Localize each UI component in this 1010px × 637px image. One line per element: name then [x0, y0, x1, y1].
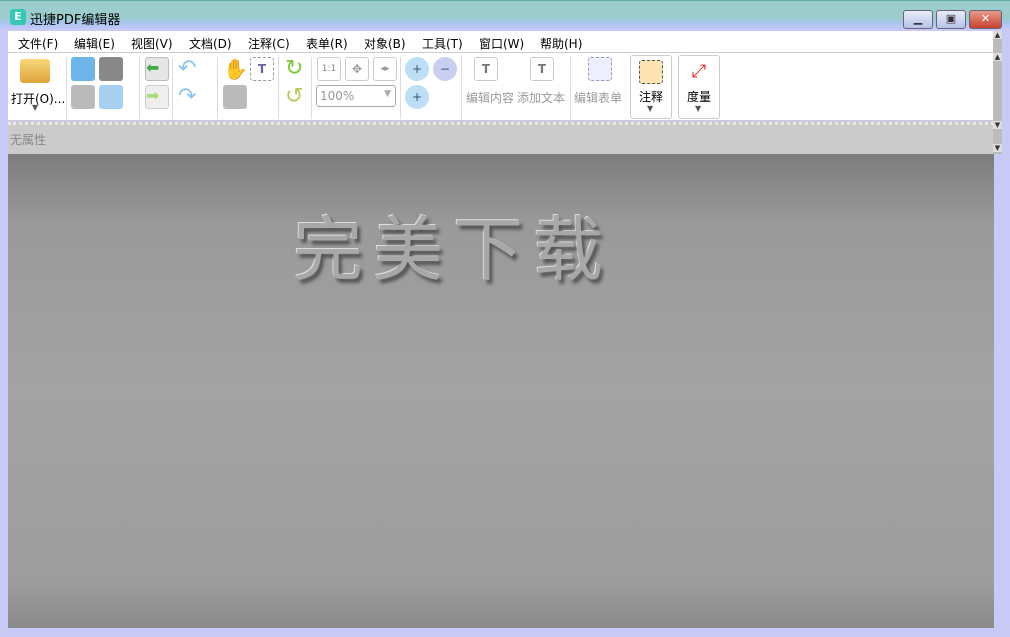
fit-width-icon[interactable]: ◂▸	[373, 57, 397, 81]
add-text-icon[interactable]: T	[530, 57, 554, 81]
open-dropdown-arrow-icon[interactable]: ▼	[32, 103, 38, 112]
scroll-up-icon[interactable]: ▲	[993, 53, 1002, 61]
redo-icon[interactable]: ↷	[178, 85, 202, 109]
actual-size-icon[interactable]: 1:1	[317, 57, 341, 81]
menu-view[interactable]: 视图(V)	[131, 35, 173, 52]
edit-content-icon[interactable]: T	[474, 57, 498, 81]
save-icon[interactable]	[71, 57, 95, 81]
menu-object[interactable]: 对象(B)	[364, 35, 406, 52]
chevron-down-icon: ▼	[384, 89, 391, 99]
import-page-icon[interactable]: ⬅	[145, 57, 169, 81]
rotate-counterclockwise-icon[interactable]: ↺	[285, 85, 309, 109]
annotate-icon	[639, 60, 663, 84]
scroll-up-icon[interactable]: ▲	[993, 31, 1002, 39]
menu-comment[interactable]: 注释(C)	[248, 35, 290, 52]
zoom-value: 100%	[320, 89, 355, 103]
zoom-level-select[interactable]: 100% ▼	[316, 85, 396, 107]
rotate-clockwise-icon[interactable]: ↻	[285, 57, 309, 81]
select-text-icon[interactable]: T	[250, 57, 274, 81]
annotate-label: 注释	[639, 90, 664, 104]
hand-tool-icon[interactable]: ✋	[223, 57, 248, 81]
minimize-button[interactable]: ▁	[903, 10, 933, 29]
document-canvas[interactable]: 完美下载	[8, 154, 994, 628]
print-icon[interactable]	[71, 85, 95, 109]
menu-form[interactable]: 表单(R)	[306, 35, 348, 52]
property-bar: 无属性	[8, 122, 994, 154]
maximize-button[interactable]: ▣	[936, 10, 966, 29]
zoom-out-icon[interactable]: −	[433, 57, 457, 81]
menu-edit[interactable]: 编辑(E)	[74, 35, 115, 52]
zoom-in-icon[interactable]: +	[405, 85, 429, 109]
measure-label: 度量	[687, 90, 712, 104]
snapshot-camera-icon[interactable]	[223, 85, 247, 109]
fit-page-icon[interactable]: ✥	[345, 57, 369, 81]
toolbar-scrollbar[interactable]: ▲ ▲ ▼ ▼	[993, 31, 1002, 154]
toolbar: 打开(O)... ▼ ⬅ ➡ ↶ ↷ ✋ T ↻ ↺ 1:1 ✥ ◂▸ 100%…	[8, 53, 994, 121]
scan-icon[interactable]	[99, 57, 123, 81]
edit-form-icon[interactable]	[588, 57, 612, 81]
menu-tools[interactable]: 工具(T)	[422, 35, 463, 52]
scroll-down-icon[interactable]: ▼	[993, 121, 1002, 129]
window-title: 迅捷PDF编辑器	[30, 13, 121, 28]
export-page-icon[interactable]: ➡	[145, 85, 169, 109]
close-button[interactable]: ✕	[969, 10, 1002, 29]
title-bar	[0, 0, 1010, 30]
menu-file[interactable]: 文件(F)	[18, 35, 58, 52]
open-folder-icon[interactable]	[20, 59, 50, 83]
annotate-button[interactable]: 注释 ▼	[630, 55, 672, 119]
watermark: 完美下载	[293, 209, 613, 291]
app-logo-icon: E	[10, 9, 26, 25]
zoom-marquee-icon[interactable]: +	[405, 57, 429, 81]
email-icon[interactable]	[99, 85, 123, 109]
edit-form-button[interactable]: 编辑表单	[574, 89, 622, 106]
menu-window[interactable]: 窗口(W)	[479, 35, 524, 52]
edit-content-button[interactable]: 编辑内容	[466, 89, 514, 106]
menu-bar: 文件(F) 编辑(E) 视图(V) 文档(D) 注释(C) 表单(R) 对象(B…	[8, 31, 994, 53]
scroll-down-icon[interactable]: ▼	[993, 144, 1002, 152]
property-status: 无属性	[10, 133, 47, 147]
menu-document[interactable]: 文档(D)	[189, 35, 232, 52]
measure-ruler-icon: ⤢	[691, 61, 707, 82]
undo-icon[interactable]: ↶	[178, 57, 202, 81]
measure-button[interactable]: ⤢ 度量 ▼	[678, 55, 720, 119]
menu-help[interactable]: 帮助(H)	[540, 35, 582, 52]
add-text-button[interactable]: 添加文本	[517, 89, 565, 106]
chevron-down-icon: ▼	[695, 104, 702, 113]
chevron-down-icon: ▼	[647, 104, 654, 113]
